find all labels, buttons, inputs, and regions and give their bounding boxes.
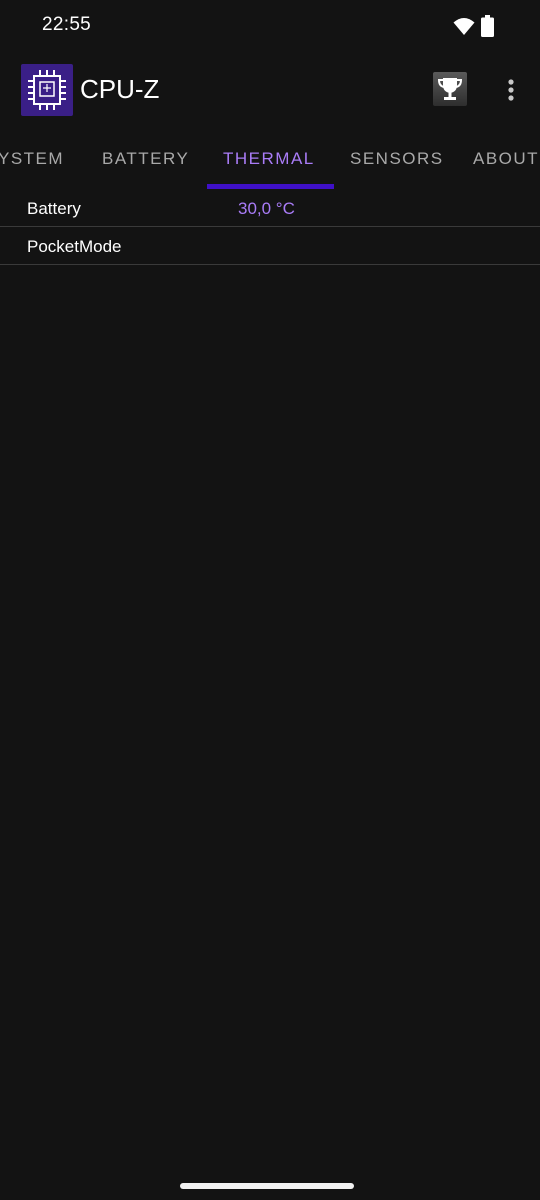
app-bar: CPU-Z	[0, 52, 540, 132]
tab-about[interactable]: ABOUT	[473, 149, 539, 169]
status-time: 22:55	[42, 14, 92, 35]
tab-bar: YSTEM BATTERY THERMAL SENSORS ABOUT	[0, 132, 540, 189]
list-item: PocketMode	[0, 227, 540, 265]
battery-icon	[481, 15, 494, 37]
tab-thermal[interactable]: THERMAL	[223, 149, 315, 169]
tab-battery[interactable]: BATTERY	[102, 149, 189, 169]
row-label: Battery	[27, 199, 81, 218]
tab-sensors[interactable]: SENSORS	[350, 149, 444, 169]
wifi-icon	[453, 16, 475, 36]
trophy-icon[interactable]	[433, 72, 467, 106]
more-vert-icon[interactable]	[496, 72, 526, 108]
gesture-nav-handle[interactable]	[180, 1183, 354, 1189]
thermal-list: Battery 30,0 °C PocketMode	[0, 189, 540, 265]
cpuz-screen: 22:55 CPU-Z YSTEM BATTERY THERMAL SENSOR…	[0, 0, 540, 1200]
status-bar: 22:55	[0, 0, 540, 52]
app-title: CPU-Z	[80, 74, 160, 104]
cpu-chip-icon	[21, 64, 73, 116]
row-label: PocketMode	[27, 237, 122, 256]
tab-system[interactable]: YSTEM	[0, 149, 64, 169]
list-item: Battery 30,0 °C	[0, 189, 540, 227]
row-value: 30,0 °C	[238, 199, 295, 218]
